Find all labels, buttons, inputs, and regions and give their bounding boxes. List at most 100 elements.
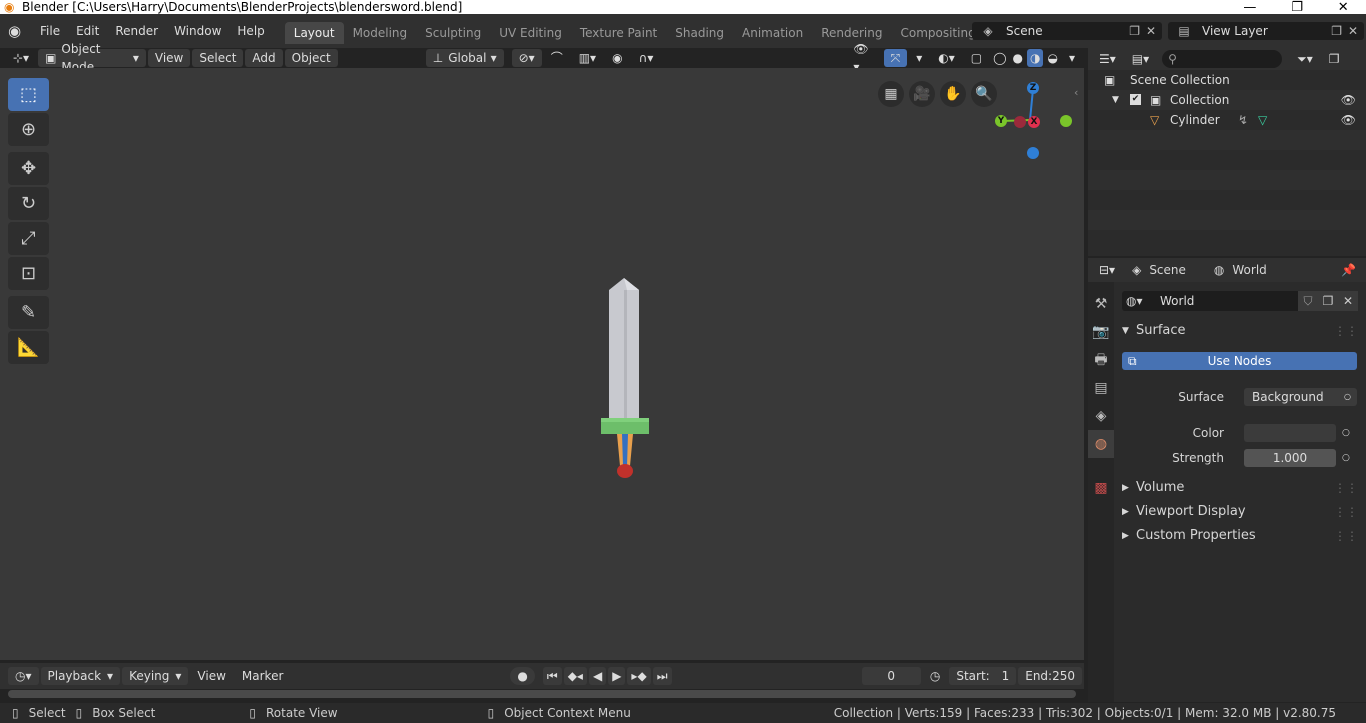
timeline-editor-type-icon[interactable]: ◷▾ [8, 667, 39, 685]
outliner-row-scene-collection[interactable]: ▣ Scene Collection [1088, 70, 1366, 90]
rotate-tool-icon[interactable]: ↻ [8, 187, 49, 220]
tab-compositing[interactable]: Compositing [891, 22, 984, 44]
prev-keyframe-icon[interactable]: ◆◂ [563, 667, 587, 685]
new-scene-icon[interactable]: ❐ [1129, 22, 1140, 40]
next-keyframe-icon[interactable]: ▸◆ [627, 667, 651, 685]
use-nodes-button[interactable]: ⧉ Use Nodes [1122, 352, 1357, 370]
gizmo-neg-x-axis[interactable] [1014, 116, 1026, 128]
volume-panel-header[interactable]: ▶ Volume ⋮⋮ [1114, 477, 1366, 499]
view-menu[interactable]: View [147, 49, 191, 67]
menu-window[interactable]: Window [166, 14, 229, 48]
jump-start-icon[interactable]: ⏮ [542, 667, 562, 685]
blender-menu-icon[interactable]: ◉ [8, 22, 32, 40]
checkbox-icon[interactable]: ✔ [1130, 94, 1141, 105]
surface-panel-header[interactable]: ▼ Surface ⋮⋮ [1114, 320, 1366, 342]
snap-icon[interactable]: ⌒ [544, 49, 570, 67]
filter-icon[interactable]: ⏷▾ [1290, 50, 1320, 68]
tab-animation[interactable]: Animation [733, 22, 812, 44]
falloff-icon[interactable]: ∩▾ [632, 49, 661, 67]
gizmo-z-axis[interactable]: Z [1027, 82, 1039, 94]
pivot-point-icon[interactable]: ⊘▾ [511, 49, 542, 67]
cursor-tool-icon[interactable]: ⊕ [8, 113, 49, 146]
keying-menu[interactable]: Keying ▾ [122, 667, 189, 685]
mode-dropdown[interactable]: ▣ Object Mode ▾ [38, 42, 146, 74]
tab-texture-paint[interactable]: Texture Paint [571, 22, 666, 44]
drag-handle-icon[interactable]: ⋮⋮ [1334, 477, 1358, 499]
orientation-dropdown[interactable]: ⊥ Global ▾ [425, 49, 504, 67]
stopwatch-icon[interactable]: ◷ [923, 667, 947, 685]
shading-dropdown-icon[interactable]: ▾ [1062, 49, 1082, 67]
tab-layout[interactable]: Layout [284, 22, 344, 44]
current-frame-field[interactable]: 0 [861, 667, 921, 685]
outliner-search-input[interactable]: ⚲ [1162, 50, 1283, 68]
perspective-toggle-icon[interactable]: ▦ [878, 81, 904, 107]
world-browse-icon[interactable]: ◍▾ [1126, 291, 1143, 311]
tab-rendering[interactable]: Rendering [812, 22, 891, 44]
pin-icon[interactable]: 📌 [1341, 263, 1356, 277]
play-reverse-icon[interactable]: ◀ [588, 667, 607, 685]
gizmo-neg-z-axis[interactable] [1027, 147, 1039, 159]
new-view-layer-icon[interactable]: ❐ [1331, 22, 1342, 40]
custom-properties-panel-header[interactable]: ▶ Custom Properties ⋮⋮ [1114, 525, 1366, 547]
view-layer-selector[interactable]: ▤ View Layer ❐ ✕ [1168, 22, 1364, 40]
add-menu[interactable]: Add [245, 49, 283, 67]
visibility-icon[interactable]: 👁▾ [846, 42, 881, 74]
expand-arrow-icon[interactable]: ▼ [1112, 90, 1119, 110]
socket-icon[interactable]: ○ [1342, 447, 1350, 469]
timeline-scrollbar[interactable] [8, 690, 1076, 698]
texture-properties-icon[interactable]: ▩ [1088, 474, 1114, 502]
color-swatch[interactable] [1244, 424, 1336, 442]
new-world-icon[interactable]: ❐ [1318, 291, 1338, 311]
eye-icon[interactable]: 👁 [1341, 110, 1356, 130]
scene-selector[interactable]: ◈ Scene ❐ ✕ [972, 22, 1162, 40]
jump-end-icon[interactable]: ⏭ [652, 667, 672, 685]
sword-model[interactable] [595, 278, 655, 480]
surface-shader-field[interactable]: Background ○ [1244, 388, 1357, 406]
gizmo-x-axis[interactable]: X [1028, 116, 1040, 128]
delete-view-layer-icon[interactable]: ✕ [1348, 22, 1358, 40]
delete-scene-icon[interactable]: ✕ [1146, 22, 1156, 40]
scene-properties-icon[interactable]: ◈ [1088, 402, 1114, 430]
start-frame-field[interactable]: Start: 1 [949, 667, 1017, 685]
eye-icon[interactable]: 👁 [1341, 90, 1356, 110]
output-properties-icon[interactable]: 🖶 [1088, 346, 1114, 374]
unlink-world-icon[interactable]: ✕ [1338, 291, 1358, 311]
select-box-tool-icon[interactable]: ⬚ [8, 78, 49, 111]
xray-icon[interactable]: ▢ [964, 49, 989, 67]
tab-sculpting[interactable]: Sculpting [416, 22, 490, 44]
wireframe-shading-icon[interactable]: ◯ [991, 49, 1008, 67]
scale-tool-icon[interactable]: ⤢ [8, 222, 49, 255]
rendered-shading-icon[interactable]: ◒ [1045, 49, 1059, 67]
overlay-icon[interactable]: ◐▾ [931, 49, 962, 67]
proportional-edit-icon[interactable]: ◉ [605, 49, 629, 67]
play-icon[interactable]: ▶ [608, 667, 626, 685]
drag-handle-icon[interactable]: ⋮⋮ [1334, 320, 1358, 342]
pan-view-icon[interactable]: ✋ [940, 81, 966, 107]
measure-tool-icon[interactable]: 📐 [8, 331, 49, 364]
playback-menu[interactable]: Playback ▾ [40, 667, 121, 685]
tool-properties-icon[interactable]: ⚒ [1088, 290, 1114, 318]
transform-tool-icon[interactable]: ⊡ [8, 257, 49, 290]
tab-uv-editing[interactable]: UV Editing [490, 22, 571, 44]
outliner-editor-type-icon[interactable]: ☰▾ [1092, 50, 1123, 68]
tab-shading[interactable]: Shading [666, 22, 733, 44]
close-button[interactable]: ✕ [1338, 1, 1349, 14]
outliner-row-cylinder[interactable]: ▽ Cylinder ↯ ▽ 👁 [1088, 110, 1366, 130]
world-properties-icon[interactable]: ◍ [1088, 430, 1114, 458]
move-tool-icon[interactable]: ✥ [8, 152, 49, 185]
end-frame-field[interactable]: End: 250 [1018, 667, 1082, 685]
object-menu[interactable]: Object [284, 49, 338, 67]
3d-viewport[interactable] [0, 68, 1084, 660]
select-menu[interactable]: Select [192, 49, 244, 67]
properties-editor-type-icon[interactable]: ⊟▾ [1092, 261, 1122, 279]
menu-help[interactable]: Help [229, 14, 272, 48]
new-collection-icon[interactable]: ❐ [1322, 50, 1347, 68]
camera-view-icon[interactable]: 🎥 [909, 81, 935, 107]
gizmo-toggle-icon[interactable]: ⤧ [883, 49, 908, 67]
record-icon[interactable]: ● [510, 667, 535, 685]
gizmo-dropdown-icon[interactable]: ▾ [909, 49, 929, 67]
gizmo-neg-y-axis[interactable] [1060, 115, 1072, 127]
drag-handle-icon[interactable]: ⋮⋮ [1334, 501, 1358, 523]
material-shading-icon[interactable]: ◑ [1027, 49, 1044, 67]
drag-handle-icon[interactable]: ⋮⋮ [1334, 525, 1358, 547]
